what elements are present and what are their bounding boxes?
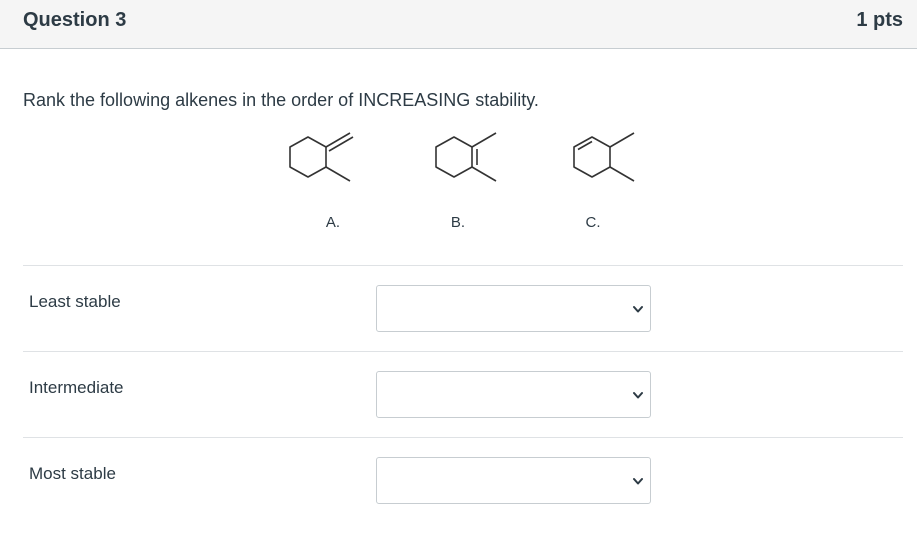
chevron-down-icon (633, 306, 643, 313)
answer-row-intermediate: Intermediate (23, 351, 903, 437)
most-stable-select[interactable] (376, 457, 651, 504)
chevron-down-icon (633, 478, 643, 485)
molecule-figures: A. B. C. (0, 125, 917, 245)
row-label-least-stable: Least stable (29, 292, 121, 311)
intermediate-select[interactable] (376, 371, 651, 418)
row-label-intermediate: Intermediate (29, 378, 124, 397)
row-label-most-stable: Most stable (29, 464, 116, 483)
molecule-a-label: A. (325, 214, 341, 231)
chevron-down-icon (633, 392, 643, 399)
answer-row-least-stable: Least stable (23, 265, 903, 351)
molecule-c-structure (573, 132, 635, 182)
question-title: Question 3 (23, 9, 127, 31)
question-prompt: Rank the following alkenes in the order … (23, 90, 539, 110)
least-stable-select[interactable] (376, 285, 651, 332)
molecule-b-label: B. (450, 214, 466, 231)
molecule-b-structure (435, 132, 497, 182)
question-points: 1 pts (856, 9, 903, 31)
answer-row-most-stable: Most stable (23, 437, 903, 523)
molecule-a-structure (289, 132, 354, 182)
molecule-c-label: C. (585, 214, 601, 231)
question-header: Question 3 1 pts (0, 0, 917, 49)
